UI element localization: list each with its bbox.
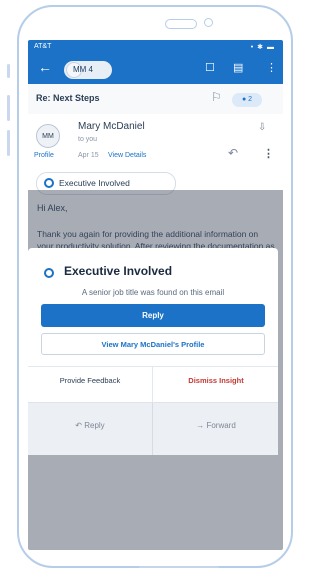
status-icons: • ✱ ▬	[250, 44, 275, 51]
delete-icon[interactable]: ▤	[233, 61, 243, 74]
more-vertical-icon[interactable]: ⋮	[263, 147, 274, 160]
reply-button[interactable]: Reply	[41, 304, 265, 327]
carrier-label: AT&T	[34, 43, 52, 50]
recipient-line: to you	[78, 136, 98, 143]
download-icon[interactable]: ⇩	[258, 122, 266, 133]
subject-title: Re: Next Steps	[36, 93, 100, 103]
insight-modal: Executive Involved A senior job title wa…	[28, 248, 278, 455]
divider	[152, 403, 153, 455]
profile-link[interactable]: Profile	[34, 152, 54, 159]
back-arrow-icon[interactable]: ←	[38, 59, 52, 75]
insight-modal-title: Executive Involved	[64, 264, 173, 278]
phone-side-button-volume-down	[7, 130, 10, 156]
home-indicator[interactable]	[139, 566, 219, 568]
status-bar: AT&T • ✱ ▬	[28, 40, 283, 54]
more-vertical-icon[interactable]: ⋮	[266, 61, 277, 74]
recipient-chip[interactable]: MM 4	[64, 61, 112, 79]
view-details-link[interactable]: View Details	[108, 152, 146, 159]
reply-forward-bar: ↶ Reply → Forward	[28, 402, 278, 455]
sender-name: Mary McDaniel	[78, 121, 145, 132]
executive-involved-label: Executive Involved	[59, 178, 130, 188]
forward-action-button[interactable]: → Forward	[154, 421, 278, 430]
inbox-icon[interactable]: ☐	[205, 61, 215, 74]
phone-side-button-upper	[7, 64, 10, 78]
sender-avatar[interactable]: MM	[36, 124, 60, 148]
phone-camera	[204, 18, 213, 27]
insight-ring-icon	[44, 178, 54, 188]
insight-modal-description: A senior job title was found on this ema…	[81, 288, 225, 297]
thread-count-badge[interactable]: ● 2	[232, 93, 262, 107]
reply-icon[interactable]: ↶	[228, 146, 238, 160]
reply-action-button[interactable]: ↶ Reply	[28, 421, 152, 430]
recipient-chip-label: MM 4	[73, 65, 93, 74]
divider	[28, 366, 278, 367]
flag-icon[interactable]: ⚐	[211, 90, 222, 104]
sender-header: MM Mary McDaniel to you Profile Apr 15 V…	[28, 114, 283, 170]
phone-speaker	[165, 19, 197, 29]
divider	[152, 367, 153, 402]
view-profile-button[interactable]: View Mary McDaniel's Profile	[41, 333, 265, 355]
nav-bar: ← MM 4 ☐ ▤ ⋮	[28, 54, 283, 84]
email-date: Apr 15	[78, 152, 99, 159]
dismiss-insight-button[interactable]: Dismiss Insight	[154, 376, 278, 385]
subject-bar: Re: Next Steps ⚐ ● 2	[28, 84, 283, 115]
phone-side-button-volume-up	[7, 95, 10, 121]
provide-feedback-button[interactable]: Provide Feedback	[28, 376, 152, 385]
insight-ring-icon	[44, 268, 54, 278]
